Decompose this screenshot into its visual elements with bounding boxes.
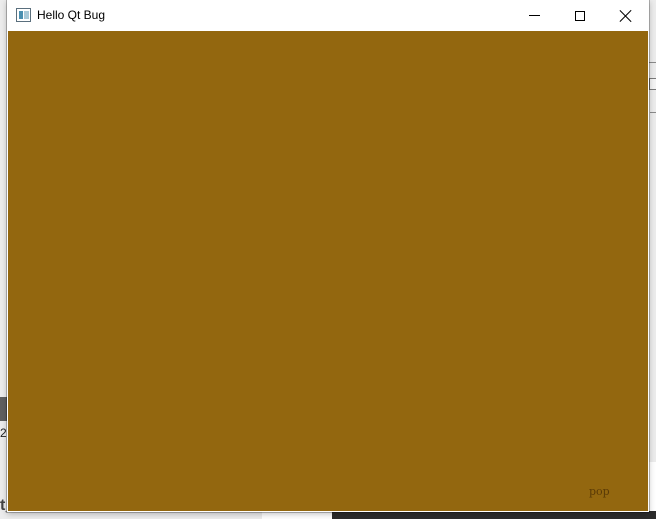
desktop: 2( t_ Hello Qt Bug pop <box>0 0 656 519</box>
maximize-icon <box>575 10 585 21</box>
qt-window-icon[interactable] <box>16 8 31 22</box>
minimize-icon <box>528 15 540 16</box>
window-title: Hello Qt Bug <box>37 8 106 22</box>
minimize-button[interactable] <box>511 0 557 31</box>
background-window-fragment-line <box>649 62 656 63</box>
background-window-fragment-box <box>649 78 656 90</box>
pop-label[interactable]: pop <box>589 485 610 499</box>
maximize-button[interactable] <box>557 0 603 31</box>
app-window: Hello Qt Bug pop <box>7 0 649 512</box>
close-icon <box>620 10 632 22</box>
taskbar-fragment-light <box>262 511 332 519</box>
background-window-fragment-tick <box>650 112 656 113</box>
title-bar[interactable]: Hello Qt Bug <box>7 0 649 31</box>
client-area[interactable]: pop <box>8 31 648 511</box>
close-button[interactable] <box>603 0 649 31</box>
taskbar-fragment-dark <box>332 511 656 519</box>
